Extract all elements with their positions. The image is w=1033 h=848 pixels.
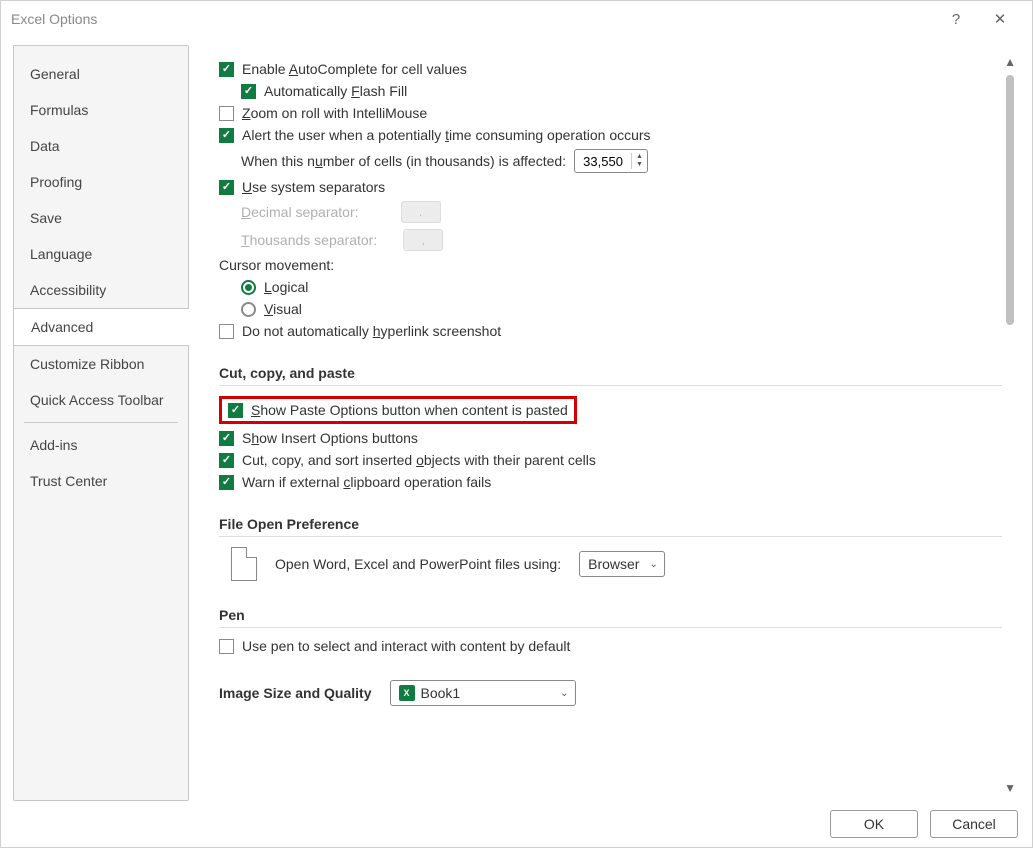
sidebar-item-save[interactable]: Save — [14, 200, 188, 236]
thousands-separator-input: , — [403, 229, 443, 251]
dialog-title: Excel Options — [11, 11, 934, 27]
enable-autocomplete-label: Enable AutoComplete for cell values — [242, 61, 467, 77]
zoom-intellimouse-label: Zoom on roll with IntelliMouse — [242, 105, 427, 121]
ok-button[interactable]: OK — [830, 810, 918, 838]
options-content: Enable AutoComplete for cell values Auto… — [189, 45, 1020, 801]
cells-affected-spinner[interactable]: ▲▼ — [574, 149, 648, 173]
cursor-logical-radio[interactable] — [241, 280, 256, 295]
section-pen: Pen — [219, 607, 1002, 623]
show-paste-options-label: Show Paste Options button when content i… — [251, 402, 568, 418]
sidebar-item-formulas[interactable]: Formulas — [14, 92, 188, 128]
open-files-using-value: Browser — [588, 556, 639, 572]
no-hyperlink-screenshot-label: Do not automatically hyperlink screensho… — [242, 323, 501, 339]
scroll-down-icon[interactable]: ▼ — [1004, 781, 1016, 795]
cancel-button[interactable]: Cancel — [930, 810, 1018, 838]
sidebar-item-accessibility[interactable]: Accessibility — [14, 272, 188, 308]
category-sidebar: General Formulas Data Proofing Save Lang… — [13, 45, 189, 801]
spinner-up-icon[interactable]: ▲ — [632, 153, 647, 161]
section-image-size: Image Size and Quality — [219, 685, 372, 701]
open-files-using-dropdown[interactable]: Browser ⌄ — [579, 551, 665, 577]
sidebar-item-add-ins[interactable]: Add-ins — [14, 427, 188, 463]
cut-copy-sort-objects-checkbox[interactable] — [219, 453, 234, 468]
chevron-down-icon: ⌄ — [649, 559, 657, 570]
cursor-visual-radio[interactable] — [241, 302, 256, 317]
auto-flash-fill-checkbox[interactable] — [241, 84, 256, 99]
decimal-separator-input: . — [401, 201, 441, 223]
show-insert-options-label: Show Insert Options buttons — [242, 430, 418, 446]
zoom-intellimouse-checkbox[interactable] — [219, 106, 234, 121]
section-cut-copy-paste: Cut, copy, and paste — [219, 365, 1002, 381]
sidebar-item-customize-ribbon[interactable]: Customize Ribbon — [14, 346, 188, 382]
sidebar-item-proofing[interactable]: Proofing — [14, 164, 188, 200]
alert-time-consuming-checkbox[interactable] — [219, 128, 234, 143]
sidebar-item-advanced[interactable]: Advanced — [13, 308, 189, 346]
section-rule — [219, 385, 1002, 386]
titlebar: Excel Options ? ✕ — [1, 1, 1032, 37]
use-pen-checkbox[interactable] — [219, 639, 234, 654]
warn-clipboard-checkbox[interactable] — [219, 475, 234, 490]
sidebar-item-trust-center[interactable]: Trust Center — [14, 463, 188, 499]
cut-copy-sort-objects-label: Cut, copy, and sort inserted objects wit… — [242, 452, 596, 468]
highlighted-option: Show Paste Options button when content i… — [219, 396, 577, 424]
sidebar-separator — [24, 422, 178, 423]
help-icon[interactable]: ? — [934, 11, 978, 28]
decimal-separator-label: Decimal separator: — [241, 204, 359, 220]
sidebar-item-quick-access[interactable]: Quick Access Toolbar — [14, 382, 188, 418]
use-pen-label: Use pen to select and interact with cont… — [242, 638, 570, 654]
section-file-open: File Open Preference — [219, 516, 1002, 532]
cells-affected-label: When this number of cells (in thousands)… — [241, 153, 566, 169]
auto-flash-fill-label: Automatically Flash Fill — [264, 83, 407, 99]
cells-affected-input[interactable] — [575, 154, 631, 169]
close-icon[interactable]: ✕ — [978, 10, 1022, 28]
spinner-down-icon[interactable]: ▼ — [632, 161, 647, 169]
warn-clipboard-label: Warn if external clipboard operation fai… — [242, 474, 491, 490]
section-rule — [219, 627, 1002, 628]
cursor-logical-label: Logical — [264, 279, 308, 295]
chevron-down-icon: ⌄ — [560, 688, 568, 699]
show-paste-options-checkbox[interactable] — [228, 403, 243, 418]
image-size-workbook-value: Book1 — [421, 685, 461, 701]
dialog-footer: OK Cancel — [1, 801, 1032, 847]
open-files-using-label: Open Word, Excel and PowerPoint files us… — [275, 556, 561, 572]
use-system-separators-checkbox[interactable] — [219, 180, 234, 195]
excel-options-dialog: Excel Options ? ✕ General Formulas Data … — [0, 0, 1033, 848]
thousands-separator-label: Thousands separator: — [241, 232, 377, 248]
no-hyperlink-screenshot-checkbox[interactable] — [219, 324, 234, 339]
sidebar-item-general[interactable]: General — [14, 56, 188, 92]
excel-file-icon: X — [399, 685, 415, 701]
enable-autocomplete-checkbox[interactable] — [219, 62, 234, 77]
cursor-movement-label: Cursor movement: — [219, 257, 334, 273]
show-insert-options-checkbox[interactable] — [219, 431, 234, 446]
image-size-workbook-dropdown[interactable]: X Book1 ⌄ — [390, 680, 576, 706]
scrollbar-thumb[interactable] — [1006, 75, 1014, 325]
alert-time-consuming-label: Alert the user when a potentially time c… — [242, 127, 651, 143]
cursor-visual-label: Visual — [264, 301, 302, 317]
section-rule — [219, 536, 1002, 537]
scroll-up-icon[interactable]: ▲ — [1004, 55, 1016, 69]
document-icon — [231, 547, 257, 581]
sidebar-item-data[interactable]: Data — [14, 128, 188, 164]
sidebar-item-language[interactable]: Language — [14, 236, 188, 272]
use-system-separators-label: Use system separators — [242, 179, 385, 195]
